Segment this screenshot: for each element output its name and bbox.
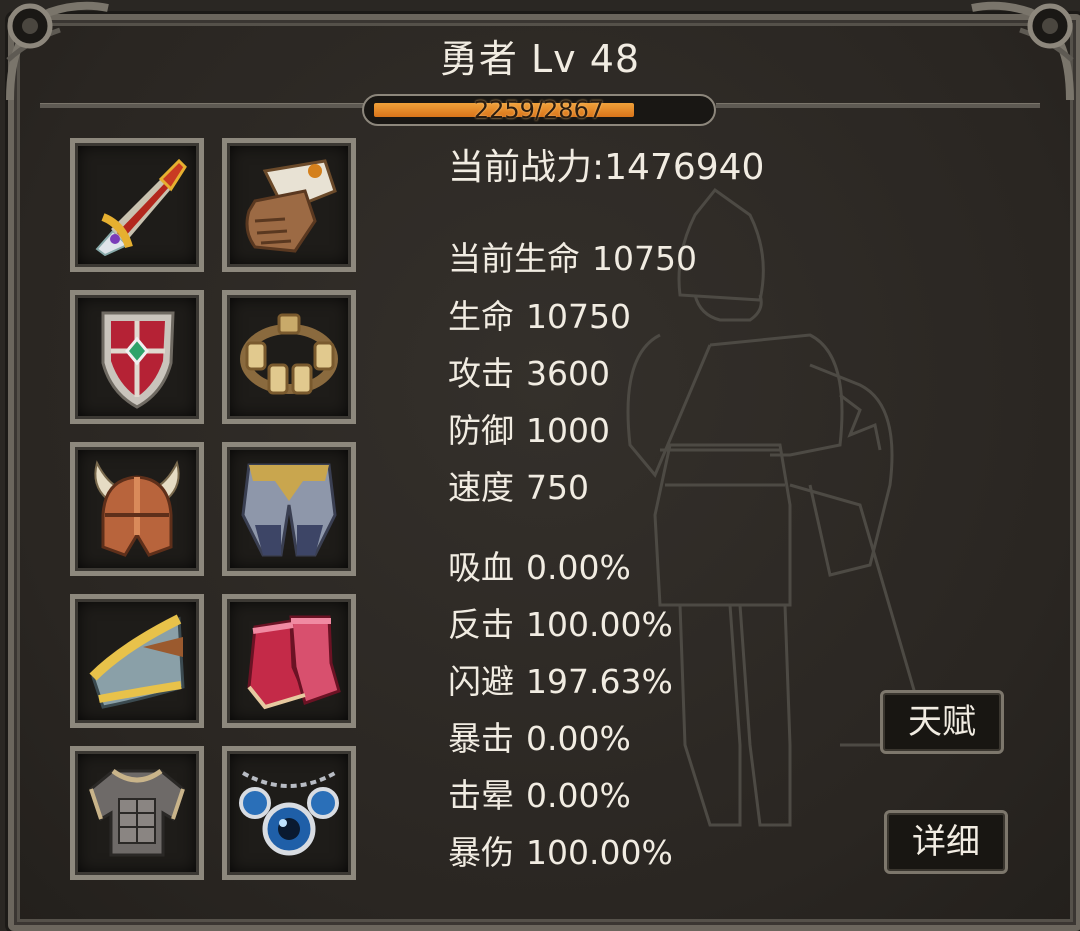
- stat-label: 反击: [448, 605, 514, 644]
- stat-row: 暴击 0.00%: [448, 712, 631, 760]
- stat-row: 反击 100.00%: [448, 598, 673, 646]
- stat-label: 闪避: [448, 662, 514, 701]
- stat-row: 击晕 0.00%: [448, 769, 631, 817]
- stat-row: 攻击 3600: [448, 347, 610, 395]
- equip-slot-boots[interactable]: [222, 594, 356, 728]
- combat-power: 当前战力:1476940: [448, 147, 765, 188]
- stat-label: 吸血: [448, 548, 514, 587]
- stat-value: 0.00%: [526, 719, 631, 758]
- xp-text: 2259/2867: [473, 96, 605, 124]
- stat-value: 197.63%: [526, 662, 673, 701]
- stat-value: 100.00%: [526, 833, 673, 872]
- divider-right: [716, 103, 1040, 108]
- equip-slot-helmet[interactable]: [70, 442, 204, 576]
- stat-label: 防御: [448, 411, 514, 450]
- stat-label: 暴击: [448, 719, 514, 758]
- gauntlet-icon: [245, 159, 337, 253]
- stat-row: 暴伤 100.00%: [448, 826, 673, 874]
- stat-label: 击晕: [448, 776, 514, 815]
- stat-value: 10750: [526, 297, 631, 336]
- horned-helmet-icon: [94, 460, 180, 557]
- stat-value: 0.00%: [526, 548, 631, 587]
- equip-slot-amulet[interactable]: [222, 746, 356, 880]
- stat-row: 吸血 0.00%: [448, 541, 631, 589]
- equip-slot-shield[interactable]: [70, 290, 204, 424]
- stat-label: 暴伤: [448, 833, 514, 872]
- boots-icon: [247, 615, 341, 710]
- stat-value: 10750: [592, 239, 697, 278]
- talent-button[interactable]: 天赋: [880, 690, 1004, 754]
- stat-row: 防御 1000: [448, 404, 610, 452]
- stat-row: 速度 750: [448, 461, 589, 509]
- sword-icon: [95, 158, 187, 257]
- bracelet-icon: [240, 313, 338, 395]
- stat-value: 750: [526, 468, 589, 507]
- stat-row: 生命 10750: [448, 290, 631, 338]
- stat-value: 0.00%: [526, 776, 631, 815]
- stat-label: 速度: [448, 468, 514, 507]
- equip-slot-bracelet[interactable]: [222, 290, 356, 424]
- leg-armor-icon: [241, 463, 337, 557]
- chest-armor-icon: [89, 768, 185, 857]
- stat-row: 当前生命 10750: [448, 232, 697, 280]
- divider-left: [40, 103, 364, 108]
- equip-slot-gloves[interactable]: [222, 138, 356, 272]
- equip-slot-legs[interactable]: [222, 442, 356, 576]
- equip-slot-chest[interactable]: [70, 746, 204, 880]
- equip-slot-weapon[interactable]: [70, 138, 204, 272]
- stat-label: 当前生命: [448, 239, 580, 278]
- stat-value: 3600: [526, 354, 610, 393]
- shield-icon: [101, 311, 175, 409]
- detail-button[interactable]: 详细: [884, 810, 1008, 874]
- amulet-icon: [239, 771, 339, 856]
- stat-label: 生命: [448, 297, 514, 336]
- shoulder-guard-icon: [89, 614, 185, 709]
- stat-label: 攻击: [448, 354, 514, 393]
- equip-slot-shoulder[interactable]: [70, 594, 204, 728]
- stat-value: 1000: [526, 411, 610, 450]
- hero-title: 勇者 Lv 48: [439, 37, 641, 81]
- stat-row: 闪避 197.63%: [448, 655, 673, 703]
- xp-bar: 2259/2867: [362, 94, 716, 126]
- stat-value: 100.00%: [526, 605, 673, 644]
